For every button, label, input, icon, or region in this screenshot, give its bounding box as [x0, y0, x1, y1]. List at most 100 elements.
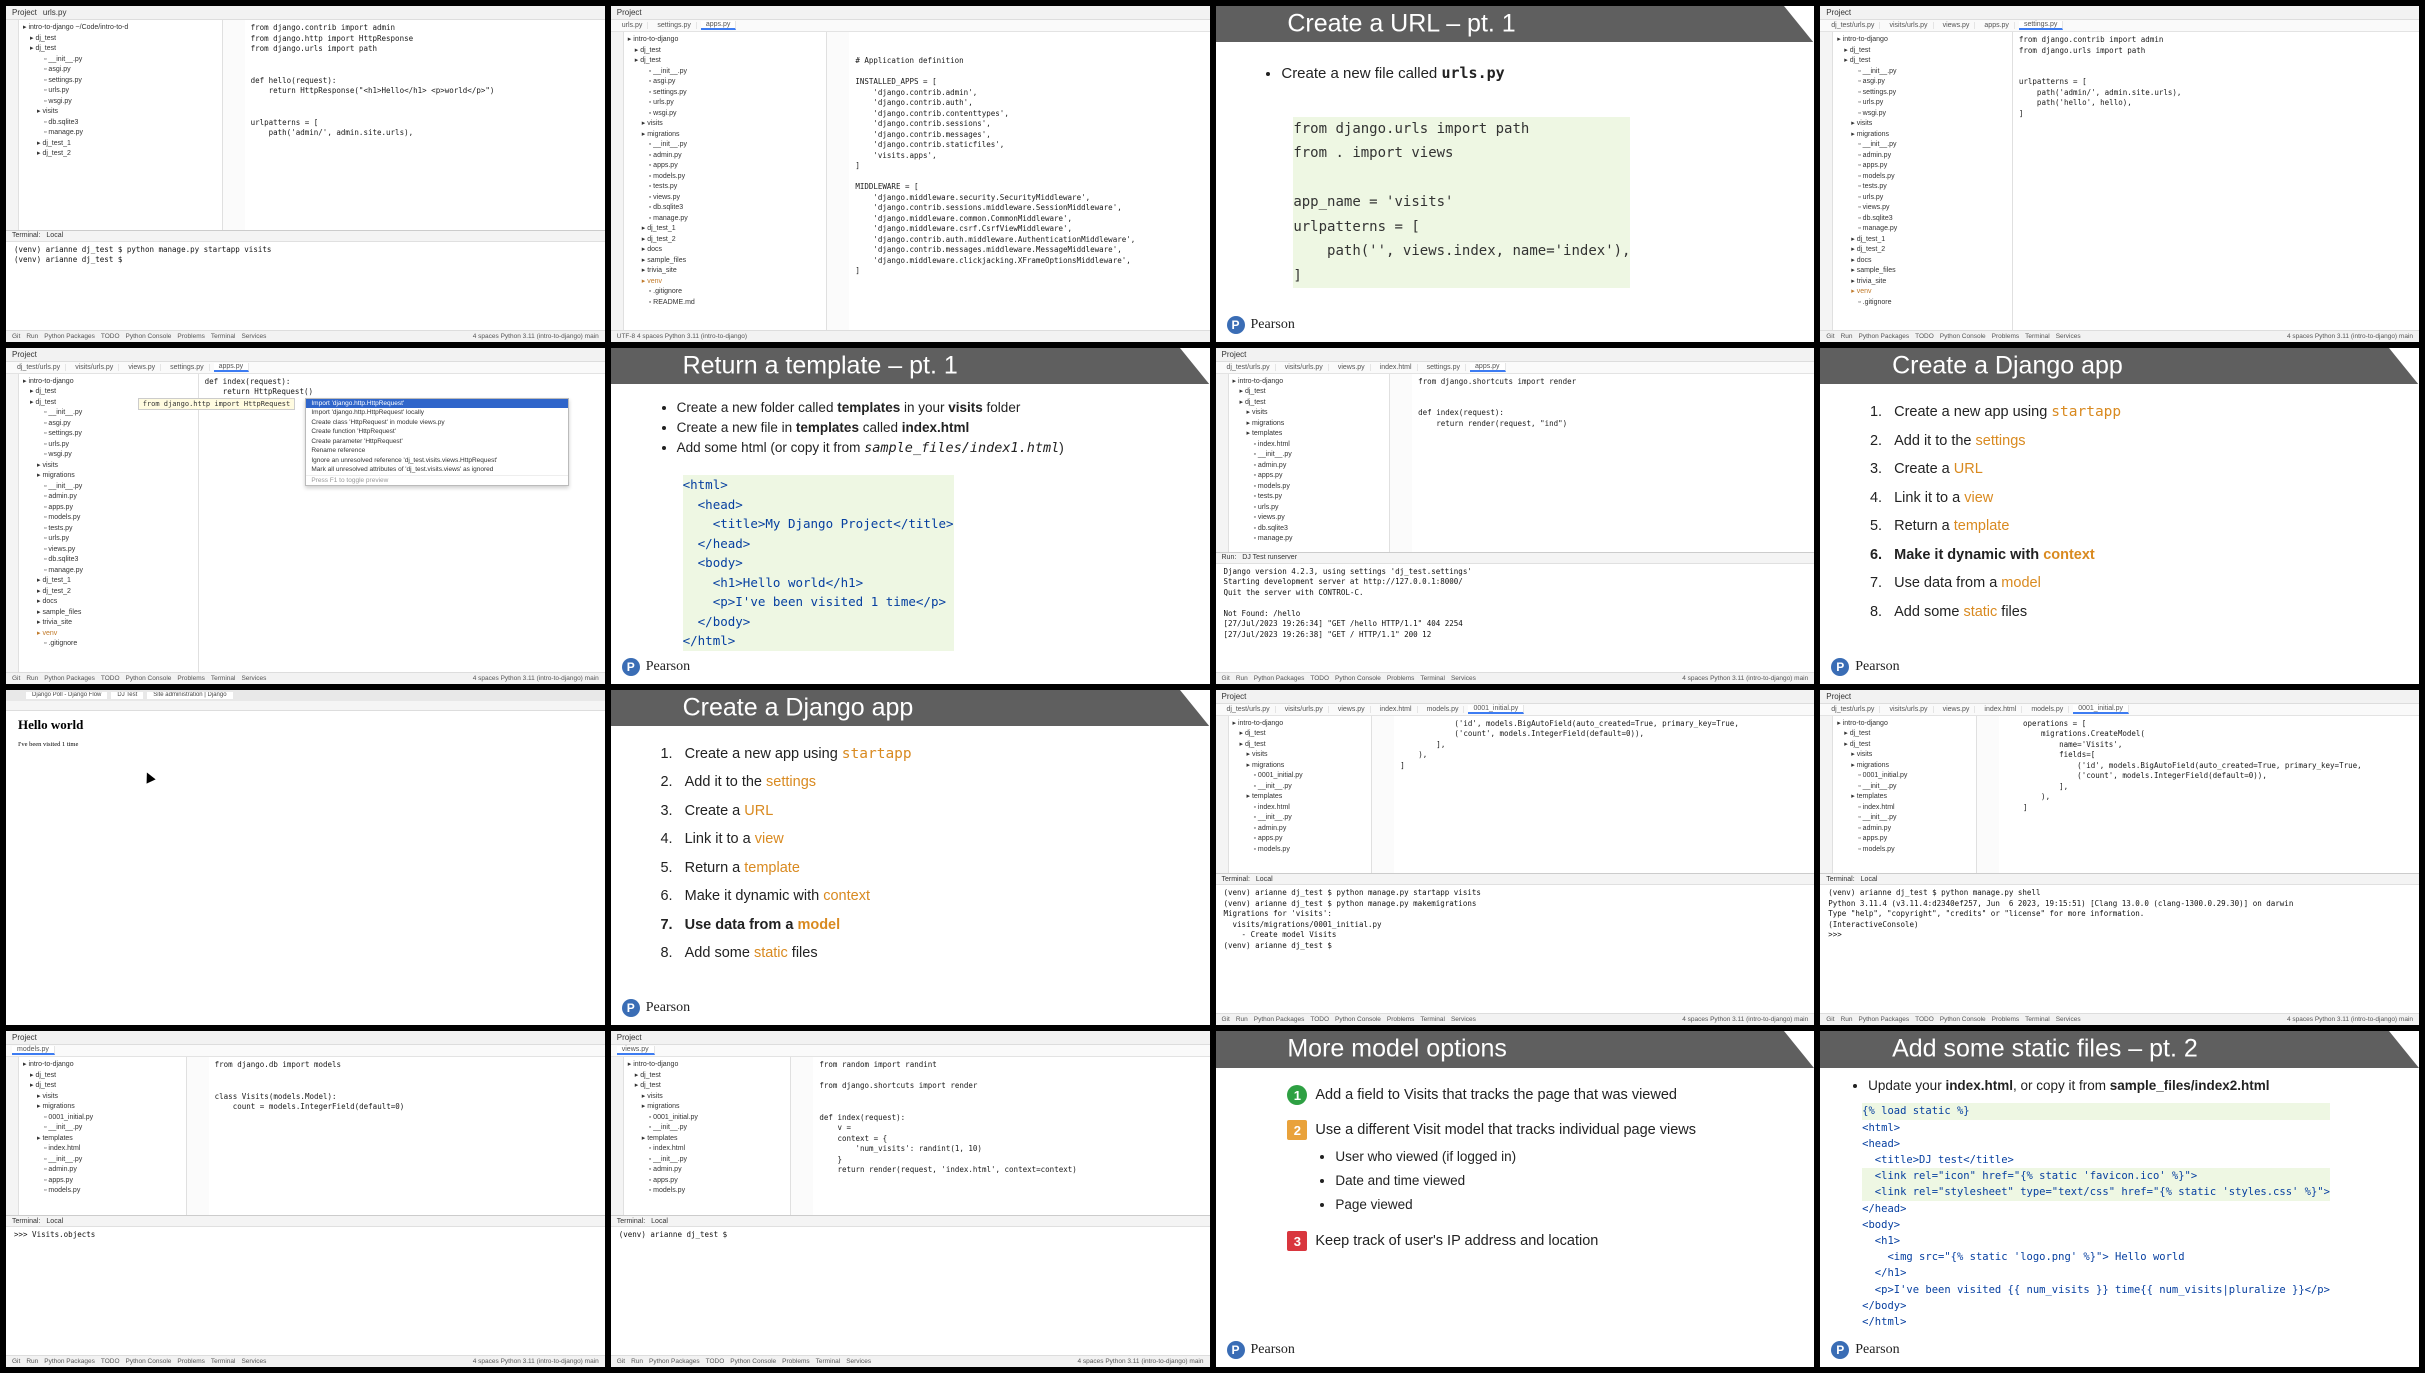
terminal-panel[interactable]: Terminal: Local (venv) arianne dj_test $ …: [1215, 873, 1815, 1014]
tree-item[interactable]: ▫ admin.py: [628, 151, 823, 162]
tree-item[interactable]: ▸ dj_test_1: [23, 139, 218, 150]
editor-tabs[interactable]: models.py: [6, 1045, 605, 1058]
tree-item[interactable]: ▸ dj_test: [23, 1071, 182, 1082]
status-tool[interactable]: Python Console: [730, 1358, 776, 1365]
quick-fix-item[interactable]: Create parameter 'HttpRequest': [306, 437, 567, 447]
run-output[interactable]: Django version 4.2.3, using settings 'dj…: [1216, 564, 1815, 672]
editor-tab[interactable]: dj_test/urls.py: [12, 363, 67, 371]
tree-item[interactable]: ▫ apps.py: [1837, 161, 2008, 172]
code-text[interactable]: ('id', models.BigAutoField(auto_created=…: [1394, 716, 1814, 874]
editor-tab[interactable]: urls.py: [617, 22, 649, 29]
status-tool[interactable]: Python Console: [1335, 675, 1381, 682]
browser-tab[interactable]: Django Poll - Django Flow: [26, 691, 108, 699]
tree-item[interactable]: ▸ intro-to-django: [628, 35, 823, 46]
ide-toolbar[interactable]: Project: [1820, 6, 2419, 20]
tree-item[interactable]: ▫ __init__.py: [1837, 813, 1972, 824]
quick-fix-item[interactable]: Import 'django.http.HttpRequest': [306, 398, 568, 409]
terminal-tab-local[interactable]: Local: [651, 1218, 668, 1225]
tree-item[interactable]: ▸ venv: [1837, 287, 2008, 298]
project-label[interactable]: Project: [1222, 692, 1247, 701]
terminal-output[interactable]: (venv) arianne dj_test $: [611, 1227, 1210, 1355]
editor[interactable]: from django.contrib import admin from dja…: [2013, 32, 2419, 330]
status-tool[interactable]: Terminal: [211, 675, 236, 682]
tree-item[interactable]: ▫ tests.py: [628, 182, 823, 193]
terminal-panel[interactable]: Terminal: Local (venv) arianne dj_test $: [610, 1215, 1210, 1355]
tree-item[interactable]: ▸ visits: [23, 1092, 182, 1103]
quick-fix-menu[interactable]: Import 'django.http.HttpRequest' Import '…: [305, 397, 569, 487]
tree-item[interactable]: ▸ dj_test: [23, 1081, 182, 1092]
status-tool[interactable]: Problems: [1992, 333, 2019, 340]
tree-item[interactable]: ▸ visits: [23, 107, 218, 118]
tree-item[interactable]: ▫ __init__.py: [628, 1123, 787, 1134]
tree-item[interactable]: ▫ apps.py: [23, 503, 194, 514]
status-tool[interactable]: Run: [1236, 675, 1248, 682]
status-tool[interactable]: Python Packages: [649, 1358, 700, 1365]
left-rail[interactable]: [1820, 715, 1834, 874]
editor-tab[interactable]: visits/urls.py: [1280, 363, 1329, 371]
tree-item[interactable]: ▫ admin.py: [1837, 824, 1972, 835]
tree-item[interactable]: ▫ models.py: [1837, 172, 2008, 183]
tree-item[interactable]: ▸ migrations: [1837, 761, 1972, 772]
tree-item[interactable]: ▫ admin.py: [23, 1165, 182, 1176]
terminal-output[interactable]: (venv) arianne dj_test $ python manage.p…: [6, 242, 605, 330]
status-tool[interactable]: Problems: [782, 1358, 809, 1365]
tree-item[interactable]: ▸ templates: [23, 1134, 182, 1145]
browser-tabs[interactable]: Django Poll - Django Flow DJ Test Site adm…: [6, 689, 605, 701]
address-bar[interactable]: [6, 700, 605, 711]
tree-item[interactable]: ▫ views.py: [628, 193, 823, 204]
tree-item[interactable]: ▫ models.py: [1233, 482, 1386, 493]
tree-item[interactable]: ▸ dj_test_2: [23, 587, 194, 598]
editor-tab[interactable]: dj_test/urls.py: [1222, 363, 1276, 371]
status-tool[interactable]: Terminal: [211, 333, 236, 340]
tree-item[interactable]: ▫ apps.py: [628, 1176, 787, 1187]
status-tool[interactable]: TODO: [706, 1358, 725, 1365]
status-tool[interactable]: Services: [241, 333, 266, 340]
tree-item[interactable]: ▸ migrations: [23, 1102, 182, 1113]
tree-item[interactable]: ▫ __init__.py: [1837, 67, 2008, 78]
code-text[interactable]: from random import randint from django.s…: [813, 1057, 1209, 1215]
status-tool[interactable]: TODO: [1915, 333, 1934, 340]
status-tool[interactable]: Problems: [1387, 1016, 1414, 1023]
project-tree[interactable]: ▸ intro-to-django ▸ dj_test ▸ dj_test ▸ vis…: [1229, 373, 1391, 552]
tree-item[interactable]: ▸ intro-to-django: [23, 1060, 182, 1071]
editor-tab[interactable]: settings.py: [652, 22, 697, 29]
tree-item[interactable]: ▫ __init__.py: [628, 140, 823, 151]
tree-item[interactable]: ▸ migrations: [23, 471, 194, 482]
terminal-tab-local[interactable]: Local: [1256, 876, 1273, 883]
status-tool[interactable]: Git: [12, 333, 20, 340]
status-tool[interactable]: Problems: [177, 1358, 204, 1365]
project-label[interactable]: Project: [12, 8, 37, 17]
tree-item[interactable]: ▫ apps.py: [1837, 834, 1972, 845]
tree-item[interactable]: ▫ apps.py: [628, 161, 823, 172]
tree-item[interactable]: ▸ migrations: [628, 1102, 787, 1113]
editor-tab[interactable]: views.py: [1938, 22, 1976, 29]
tree-item[interactable]: ▫ README.md: [628, 298, 823, 309]
terminal-output[interactable]: (venv) arianne dj_test $ python manage.p…: [1820, 885, 2419, 1013]
tree-item[interactable]: ▫ index.html: [628, 1144, 787, 1155]
tree-item[interactable]: ▫ __init__.py: [23, 408, 194, 419]
project-tree[interactable]: ▸ intro-to-django ▸ dj_test ▸ dj_test ▫ __i…: [624, 32, 828, 330]
tree-item[interactable]: ▸ dj_test_1: [23, 576, 194, 587]
editor-tab[interactable]: models.py: [1422, 705, 1465, 713]
tree-item[interactable]: ▫ manage.py: [23, 128, 218, 139]
quick-fix-item[interactable]: Mark all unresolved attributes of 'dj_te…: [306, 465, 567, 475]
status-tool[interactable]: Services: [241, 1358, 266, 1365]
tree-item[interactable]: ▫ index.html: [1233, 803, 1368, 814]
editor-tab[interactable]: apps.py: [1979, 22, 2015, 29]
tree-item[interactable]: ▸ docs: [628, 245, 823, 256]
tree-item[interactable]: ▫ wsgi.py: [23, 97, 218, 108]
editor-tabs[interactable]: dj_test/urls.py visits/urls.py views.py ind…: [1215, 361, 1815, 374]
ide-toolbar[interactable]: Project: [1215, 347, 1815, 362]
editor-tab[interactable]: views.py: [1333, 363, 1371, 371]
status-tool[interactable]: Terminal: [816, 1358, 841, 1365]
tree-item[interactable]: ▸ intro-to-django: [1233, 377, 1386, 388]
tree-item[interactable]: ▫ __init__.py: [23, 55, 218, 66]
quick-fix-item[interactable]: Ignore an unresolved reference 'dj_test.…: [306, 456, 567, 466]
tree-item[interactable]: ▸ intro-to-django: [628, 1060, 787, 1071]
tree-item[interactable]: ▫ settings.py: [23, 76, 218, 87]
status-tool[interactable]: Git: [1222, 675, 1230, 682]
terminal-tab-local[interactable]: Local: [1861, 876, 1878, 883]
status-tool[interactable]: Python Console: [1940, 333, 1986, 340]
tree-item[interactable]: ▫ models.py: [628, 1186, 787, 1197]
tree-item[interactable]: ▫ apps.py: [1233, 471, 1386, 482]
